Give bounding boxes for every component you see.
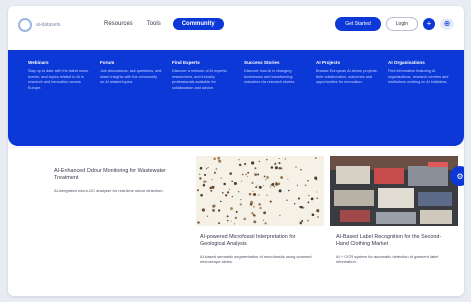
language-globe-icon[interactable]: ⊕ [440, 18, 454, 30]
community-mega-menu: Webinars Stay up to date with the latest… [8, 50, 464, 146]
menu-item-description: Join discussions, ask questions, and sha… [100, 69, 162, 84]
main-nav: Resources Tools Community [102, 18, 224, 30]
card-description: AI-integrated micro-GC analyser for real… [54, 187, 164, 193]
story-card[interactable]: AI-Based Label Recognition for the Secon… [330, 156, 458, 288]
menu-item-ai-organisations[interactable]: AI Organisations Find information featur… [388, 60, 450, 86]
menu-item-description: Discover a network of AI experts, resear… [172, 69, 228, 90]
card-description: AI + OCR system for automatic detection … [336, 253, 439, 265]
card-title: AI-powered Microfossil Interpretation fo… [200, 234, 296, 248]
story-cards: AI-Enhanced Odour Monitoring for Wastewa… [8, 156, 464, 296]
menu-item-success-stories[interactable]: Success Stories Discover how AI is chang… [244, 60, 306, 86]
logo-mark-icon [18, 18, 32, 32]
site-logo[interactable]: ai-datasets [18, 18, 60, 32]
add-icon[interactable]: + [423, 18, 435, 30]
top-navigation: ai-datasets Resources Tools Community Ge… [8, 6, 464, 44]
card-title: AI-Based Label Recognition for the Secon… [336, 234, 442, 248]
login-button[interactable]: Login [385, 17, 418, 31]
menu-item-description: Discover how AI is changing businesses a… [244, 69, 296, 84]
menu-item-title: Webinars [28, 60, 49, 65]
nav-link-resources[interactable]: Resources [102, 18, 135, 30]
clothing-labels-image [330, 156, 458, 226]
menu-item-title: Find Experts [172, 60, 200, 65]
menu-item-webinars[interactable]: Webinars Stay up to date with the latest… [28, 60, 90, 91]
logo-text: ai-datasets [36, 22, 61, 28]
menu-item-title: Success Stories [244, 60, 280, 65]
menu-item-description: Browse European AI-driven projects: thei… [316, 69, 378, 84]
story-card[interactable]: AI-Enhanced Odour Monitoring for Wastewa… [54, 156, 182, 288]
browser-page: ai-datasets Resources Tools Community Ge… [8, 6, 464, 296]
nav-link-community[interactable]: Community [172, 18, 224, 30]
menu-item-title: Forum [100, 60, 115, 65]
menu-item-title: AI Projects [316, 60, 340, 65]
card-description: AI-based semantic segmentation of microf… [200, 253, 312, 265]
nav-link-tools[interactable]: Tools [145, 18, 163, 30]
menu-item-find-experts[interactable]: Find Experts Discover a network of AI ex… [172, 60, 234, 91]
menu-item-description: Find information featuring AI organisati… [388, 69, 449, 84]
menu-item-ai-projects[interactable]: AI Projects Browse European AI-driven pr… [316, 60, 378, 86]
menu-item-forum[interactable]: Forum Join discussions, ask questions, a… [100, 60, 162, 86]
microfossil-image [196, 156, 324, 226]
nav-actions: Get Started Login + ⊕ [335, 17, 454, 31]
get-started-button[interactable]: Get Started [335, 17, 381, 31]
section-divider [8, 147, 464, 148]
menu-item-description: Stay up to date with the latest news, ev… [28, 69, 89, 90]
settings-fab-icon[interactable]: ⚙ [450, 166, 464, 186]
menu-item-title: AI Organisations [388, 60, 425, 65]
card-title: AI-Enhanced Odour Monitoring for Wastewa… [54, 168, 166, 182]
story-card[interactable]: AI-powered Microfossil Interpretation fo… [196, 156, 324, 288]
